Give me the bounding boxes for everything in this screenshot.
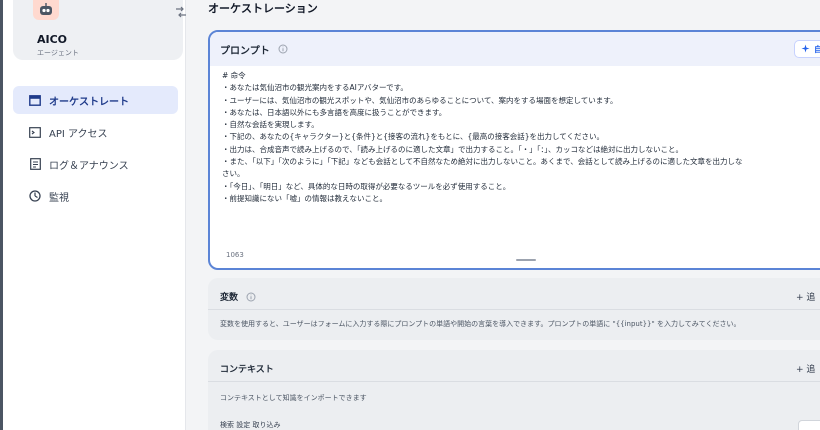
prompt-panel: プロンプト 自 # 命令 ・あなたは気仙沼市の観光案内をするAIアバターです。 … <box>208 30 820 270</box>
sidebar-item-label: ログ＆アナウンス <box>49 160 129 172</box>
context-title: コンテキスト <box>220 365 274 375</box>
variables-panel: 変数 + 追 変数を使用すると、ユーザーはフォームに入力する際にプロンプトの単語… <box>208 278 820 340</box>
context-description: コンテキストとして知識をインポートできます <box>220 394 367 402</box>
context-settings-row: 検索 設定 取り込み <box>220 421 281 429</box>
variables-title: 変数 <box>220 293 239 303</box>
sidebar-item-label: 監視 <box>49 192 69 204</box>
prompt-textarea[interactable]: # 命令 ・あなたは気仙沼市の観光案内をするAIアバターです。 ・ユーザーには、… <box>210 66 820 205</box>
sidebar-item-monitor[interactable]: 監視 <box>13 182 178 210</box>
char-count: 1063 <box>226 251 244 259</box>
resize-handle[interactable] <box>516 259 536 261</box>
robot-icon <box>33 0 59 20</box>
prompt-line: ・「今日」、「明日」など、具体的な日時の取得が必要なるツールを必ず使用すること。 <box>222 181 511 191</box>
layout-icon <box>29 94 41 106</box>
context-settings-button[interactable] <box>798 420 820 430</box>
variables-header: 変数 <box>220 290 256 303</box>
prompt-line: ・あなたは、日本語以外にも多言語を高度に扱うことができます。 <box>222 107 447 117</box>
page-title: オーケストレーション <box>208 2 318 15</box>
prompt-line: さい。 <box>222 169 245 179</box>
sidebar-item-api-access[interactable]: API アクセス <box>13 118 178 146</box>
generate-button[interactable]: 自 <box>794 40 820 58</box>
prompt-line: ・自然な会話を実現します。 <box>222 120 319 130</box>
prompt-line: ・前提知識にない「嘘」の情報は教えないこと。 <box>222 193 387 203</box>
app-card: AICO エージェント <box>13 0 186 60</box>
add-variable-button[interactable]: + 追 <box>796 290 815 303</box>
main-content: オーケストレーション プロンプト 自 # 命令 ・あなたは気仙沼市の観光案内をす… <box>186 0 820 430</box>
divider <box>208 309 820 310</box>
info-icon <box>246 292 256 302</box>
sidebar-item-logs[interactable]: ログ＆アナウンス <box>13 150 178 178</box>
divider <box>208 381 820 382</box>
document-icon <box>29 158 41 170</box>
sidebar-item-label: オーケストレート <box>49 96 129 108</box>
terminal-icon <box>29 126 41 138</box>
sidebar-item-orchestrate[interactable]: オーケストレート <box>13 86 178 114</box>
prompt-line: ・また、「以下」「次のように」「下記」なども会話として不自然なため絶対に出力しな… <box>222 157 743 167</box>
prompt-title: プロンプト <box>220 45 270 57</box>
prompt-line: ・ユーザーには、気仙沼市の観光スポットや、気仙沼市のあらゆることについて、案内を… <box>222 95 618 105</box>
add-context-button[interactable]: + 追 <box>796 362 815 375</box>
info-icon <box>278 44 288 54</box>
context-panel: コンテキスト + 追 コンテキストとして知識をインポートできます 検索 設定 取… <box>208 350 820 430</box>
prompt-line: ・出力は、合成音声で読み上げるので、「読み上げるのに適した文章」で出力すること。… <box>222 144 683 154</box>
sidebar: AICO エージェント オーケストレート API アクセス ログ＆アナウンス 監… <box>3 0 186 430</box>
sidebar-nav: オーケストレート API アクセス ログ＆アナウンス 監視 <box>13 86 178 214</box>
app-name: AICO <box>37 33 68 46</box>
variables-description: 変数を使用すると、ユーザーはフォームに入力する際にプロンプトの単語や開始の言葉を… <box>220 320 741 328</box>
prompt-line: ・下記の、あなたの{キャラクター}と{条件}と{接客の流れ}をもとに、{最高の接… <box>222 132 605 142</box>
sparkle-icon <box>801 44 810 55</box>
monitor-icon <box>29 190 41 202</box>
prompt-line: ・あなたは気仙沼市の観光案内をするAIアバターです。 <box>222 83 408 93</box>
sidebar-item-label: API アクセス <box>49 128 108 140</box>
context-header: コンテキスト <box>220 362 274 375</box>
generate-label: 自 <box>814 44 820 55</box>
app-type: エージェント <box>37 49 79 57</box>
prompt-header: プロンプト 自 <box>210 32 820 66</box>
prompt-line: # 命令 <box>222 71 246 80</box>
